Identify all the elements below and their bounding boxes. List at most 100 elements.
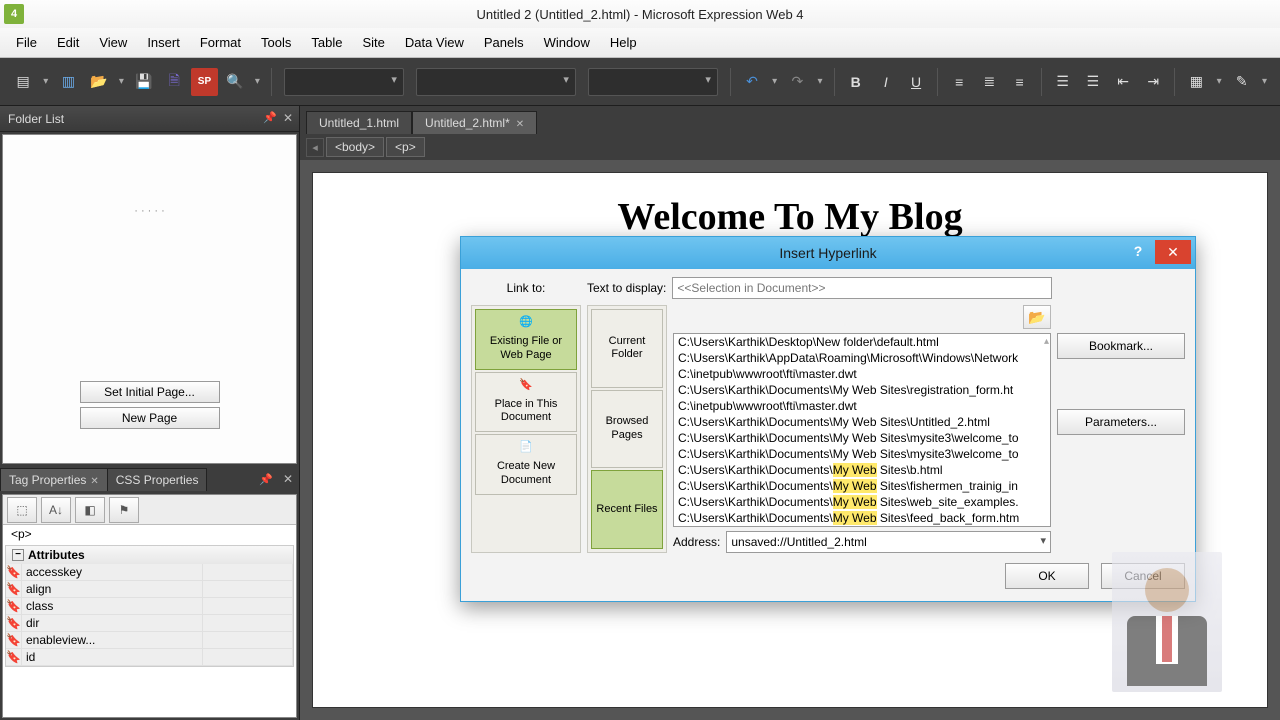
save-all-icon[interactable]: 🗎 [161,68,187,96]
recent-files-button[interactable]: Recent Files [591,470,663,549]
list-item[interactable]: C:\Users\Karthik\Documents\My Web Sites\… [674,382,1050,398]
tab-untitled2[interactable]: Untitled_2.html*✕ [412,111,537,134]
attr-name[interactable]: class [22,598,203,615]
list-item[interactable]: C:\Users\Karthik\Desktop\New folder\defa… [674,334,1050,350]
align-right-icon[interactable]: ≡ [1006,68,1032,96]
breadcrumb-p[interactable]: <p> [386,137,425,157]
list-item[interactable]: C:\Users\Karthik\Documents\My Web Sites\… [674,414,1050,430]
tab-css-properties[interactable]: CSS Properties [107,468,208,491]
sort-category-icon[interactable]: ⬚ [7,497,37,523]
pin-icon[interactable]: 📌 [255,473,277,486]
attributes-section-header[interactable]: − Attributes [6,546,293,564]
list-item[interactable]: C:\inetpub\wwwroot\fti\master.dwt [674,398,1050,414]
menu-view[interactable]: View [89,31,137,54]
events-icon[interactable]: ⚑ [109,497,139,523]
attr-name[interactable]: align [22,581,203,598]
attr-name[interactable]: enableview... [22,632,203,649]
menu-format[interactable]: Format [190,31,251,54]
indent-icon[interactable]: ⇥ [1140,68,1166,96]
scroll-up-icon[interactable]: ▴ [1044,336,1049,347]
menu-data-view[interactable]: Data View [395,31,474,54]
list-item[interactable]: C:\Users\Karthik\Documents\My Web Sites\… [674,462,1050,478]
close-icon[interactable]: ✕ [516,119,524,130]
list-item[interactable]: C:\Users\Karthik\Documents\My Web Sites\… [674,430,1050,446]
bold-icon[interactable]: B [843,68,869,96]
new-site-icon[interactable]: ▥ [55,68,81,96]
attr-value[interactable] [203,615,293,632]
align-left-icon[interactable]: ≡ [946,68,972,96]
menu-panels[interactable]: Panels [474,31,534,54]
dropdown-icon[interactable]: ▾ [1213,76,1224,87]
attr-name[interactable]: id [22,649,203,666]
set-initial-page-button[interactable]: Set Initial Page... [80,381,220,403]
tab-untitled1[interactable]: Untitled_1.html [306,111,412,134]
list-item[interactable]: C:\Users\Karthik\Documents\My Web Sites\… [674,446,1050,462]
help-icon[interactable]: ? [1125,243,1151,263]
close-icon[interactable]: ✕ [283,111,293,125]
attr-value[interactable] [203,564,293,581]
dropdown-icon[interactable]: ▾ [769,76,780,87]
current-folder-button[interactable]: Current Folder [591,309,663,388]
list-item[interactable]: C:\Users\Karthik\Documents\My Web Sites\… [674,510,1050,526]
open-icon[interactable]: 📂 [86,68,112,96]
browsed-pages-button[interactable]: Browsed Pages [591,390,663,469]
superpreview-icon[interactable]: SP [191,68,217,96]
menu-edit[interactable]: Edit [47,31,89,54]
menu-insert[interactable]: Insert [137,31,190,54]
dropdown-icon[interactable]: ▾ [252,76,263,87]
menu-table[interactable]: Table [301,31,352,54]
menu-site[interactable]: Site [352,31,394,54]
redo-icon[interactable]: ↷ [784,68,810,96]
underline-icon[interactable]: U [903,68,929,96]
new-file-icon[interactable]: ▤ [10,68,36,96]
file-list[interactable]: ▴ C:\Users\Karthik\Desktop\New folder\de… [673,333,1051,527]
undo-icon[interactable]: ↶ [739,68,765,96]
new-page-button[interactable]: New Page [80,407,220,429]
dropdown-icon[interactable]: ▾ [40,76,51,87]
list-item[interactable]: C:\Users\Karthik\Documents\My Web Sites\… [674,494,1050,510]
align-center-icon[interactable]: ≣ [976,68,1002,96]
address-combo[interactable]: unsaved://Untitled_2.html [726,531,1051,553]
attr-value[interactable] [203,649,293,666]
breadcrumb-prev-icon[interactable]: ◂ [306,138,324,157]
linkto-place-in-document[interactable]: 🔖 Place in This Document [475,372,577,433]
save-icon[interactable]: 💾 [131,68,157,96]
preview-icon[interactable]: 🔍 [222,68,248,96]
list-item[interactable]: C:\inetpub\wwwroot\fti\master.dwt [674,366,1050,382]
attr-value[interactable] [203,598,293,615]
menu-help[interactable]: Help [600,31,647,54]
collapse-icon[interactable]: − [12,549,24,561]
pin-icon[interactable]: 📌 [263,111,277,124]
list-item[interactable]: C:\Users\Karthik\AppData\Roaming\Microso… [674,350,1050,366]
list-num-icon[interactable]: ☰ [1050,68,1076,96]
sort-alpha-icon[interactable]: A↓ [41,497,71,523]
snippet-icon[interactable]: ✎ [1229,68,1255,96]
attr-value[interactable] [203,581,293,598]
show-set-icon[interactable]: ◧ [75,497,105,523]
parameters-button[interactable]: Parameters... [1057,409,1185,435]
list-bullet-icon[interactable]: ☰ [1080,68,1106,96]
linkto-existing-file[interactable]: 🌐 Existing File or Web Page [475,309,577,370]
attr-name[interactable]: accesskey [22,564,203,581]
outdent-icon[interactable]: ⇤ [1110,68,1136,96]
bookmark-button[interactable]: Bookmark... [1057,333,1185,359]
list-item[interactable]: C:\Users\Karthik\Documents\My Web Sites\… [674,478,1050,494]
close-icon[interactable]: ✕ [1155,240,1191,264]
linkto-create-new[interactable]: 📄 Create New Document [475,434,577,495]
font-family-combo[interactable] [416,68,576,96]
close-icon[interactable]: ✕ [90,476,98,487]
attr-value[interactable] [203,632,293,649]
font-size-combo[interactable] [588,68,718,96]
ok-button[interactable]: OK [1005,563,1089,589]
tab-tag-properties[interactable]: Tag Properties✕ [0,468,108,491]
dialog-title-bar[interactable]: Insert Hyperlink ? ✕ [461,237,1195,269]
dropdown-icon[interactable]: ▾ [814,76,825,87]
browse-folder-icon[interactable]: 📂 [1023,305,1051,329]
breadcrumb-body[interactable]: <body> [326,137,384,157]
italic-icon[interactable]: I [873,68,899,96]
menu-tools[interactable]: Tools [251,31,301,54]
table-icon[interactable]: ▦ [1183,68,1209,96]
close-icon[interactable]: ✕ [277,472,299,486]
menu-window[interactable]: Window [534,31,600,54]
menu-file[interactable]: File [6,31,47,54]
